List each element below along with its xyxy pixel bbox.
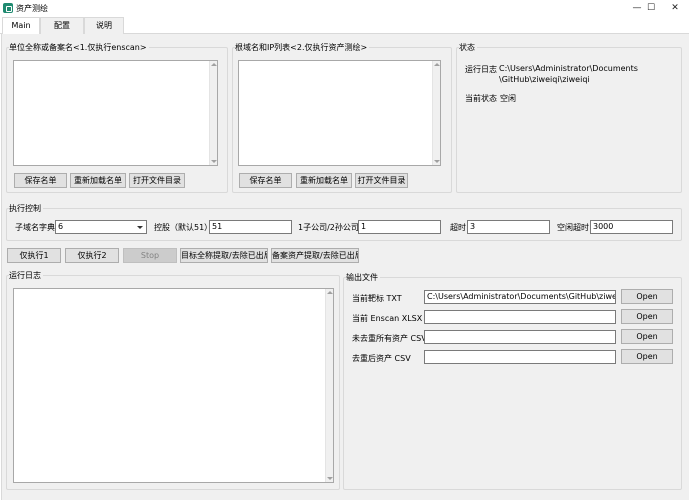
open-dedup-assets-csv-button[interactable]: Open — [621, 349, 673, 364]
tab-help[interactable]: 说明 — [84, 17, 124, 34]
open-target-txt-button[interactable]: Open — [621, 289, 673, 304]
holding-input[interactable]: 51 — [209, 220, 292, 234]
timeout-label: 超时 — [450, 223, 466, 232]
domains-save-button[interactable]: 保存名单 — [239, 173, 292, 188]
output-label-all-assets-csv: 未去重所有资产 CSV — [352, 334, 427, 343]
status-log-label: 运行日志 — [465, 65, 497, 74]
domains-scrollbar[interactable] — [432, 61, 440, 165]
app-icon — [3, 3, 13, 13]
names-group-title: 单位全称或备案名<1.仅执行enscan> — [9, 42, 149, 53]
chevron-down-icon — [137, 226, 143, 229]
open-all-assets-csv-button[interactable]: Open — [621, 329, 673, 344]
tab-main[interactable]: Main — [2, 17, 40, 35]
log-scrollbar[interactable] — [325, 289, 333, 482]
domains-open-dir-button[interactable]: 打开文件目录 — [355, 173, 408, 188]
status-group-title: 状态 — [459, 42, 477, 53]
status-state-label: 当前状态 — [465, 94, 497, 103]
close-button[interactable]: ✕ — [661, 0, 689, 16]
run-1-button[interactable]: 仅执行1 — [7, 248, 61, 263]
subsidiary-input[interactable]: 1 — [358, 220, 441, 234]
output-field-dedup-assets-csv[interactable] — [424, 350, 616, 364]
stop-button[interactable]: Stop — [123, 248, 177, 263]
status-state-value: 空闲 — [500, 94, 516, 103]
subsidiary-label: 1子公司/2孙公司 — [298, 223, 359, 232]
output-label-dedup-assets-csv: 去重后资产 CSV — [352, 354, 411, 363]
domains-textarea[interactable] — [238, 60, 441, 166]
domains-group-title: 根域名和IP列表<2.仅执行资产测绘> — [235, 42, 370, 53]
run-2-button[interactable]: 仅执行2 — [65, 248, 119, 263]
log-group-title: 运行日志 — [9, 270, 43, 281]
dict-select[interactable]: 6 — [55, 220, 147, 234]
names-save-button[interactable]: 保存名单 — [14, 173, 67, 188]
log-textarea[interactable] — [13, 288, 334, 483]
names-scrollbar[interactable] — [209, 61, 217, 165]
timeout-input[interactable]: 3 — [467, 220, 550, 234]
domains-reload-button[interactable]: 重新加载名单 — [296, 173, 352, 188]
dict-select-value: 6 — [58, 222, 64, 231]
names-textarea[interactable] — [13, 60, 218, 166]
idle-timeout-label: 空闲超时 — [557, 223, 589, 232]
output-label-enscan-xlsx: 当前 Enscan XLSX — [352, 314, 423, 323]
output-group-title: 输出文件 — [346, 272, 380, 283]
status-log-path: C:\Users\Administrator\Documents\GitHub\… — [499, 64, 638, 84]
open-enscan-xlsx-button[interactable]: Open — [621, 309, 673, 324]
names-open-dir-button[interactable]: 打开文件目录 — [129, 173, 185, 188]
extract-assets-button[interactable]: 备案资产提取/去除已出局 — [271, 248, 359, 263]
window-title: 资产测绘 — [16, 4, 48, 13]
output-field-all-assets-csv[interactable] — [424, 330, 616, 344]
names-reload-button[interactable]: 重新加载名单 — [70, 173, 126, 188]
output-label-target-txt: 当前靶标 TXT — [352, 294, 402, 303]
exec-group-title: 执行控制 — [9, 203, 43, 214]
output-field-enscan-xlsx[interactable] — [424, 310, 616, 324]
holding-label: 控股（默认51） — [154, 223, 213, 232]
idle-timeout-input[interactable]: 3000 — [590, 220, 673, 234]
output-field-target-txt[interactable]: C:\Users\Administrator\Documents\GitHub\… — [424, 290, 616, 304]
title-bar: 资产测绘 — ☐ ✕ — [0, 0, 689, 16]
extract-targets-button[interactable]: 目标全称提取/去除已出局 — [180, 248, 268, 263]
tab-config[interactable]: 配置 — [40, 17, 84, 34]
dict-label: 子域名字典 — [15, 223, 55, 232]
